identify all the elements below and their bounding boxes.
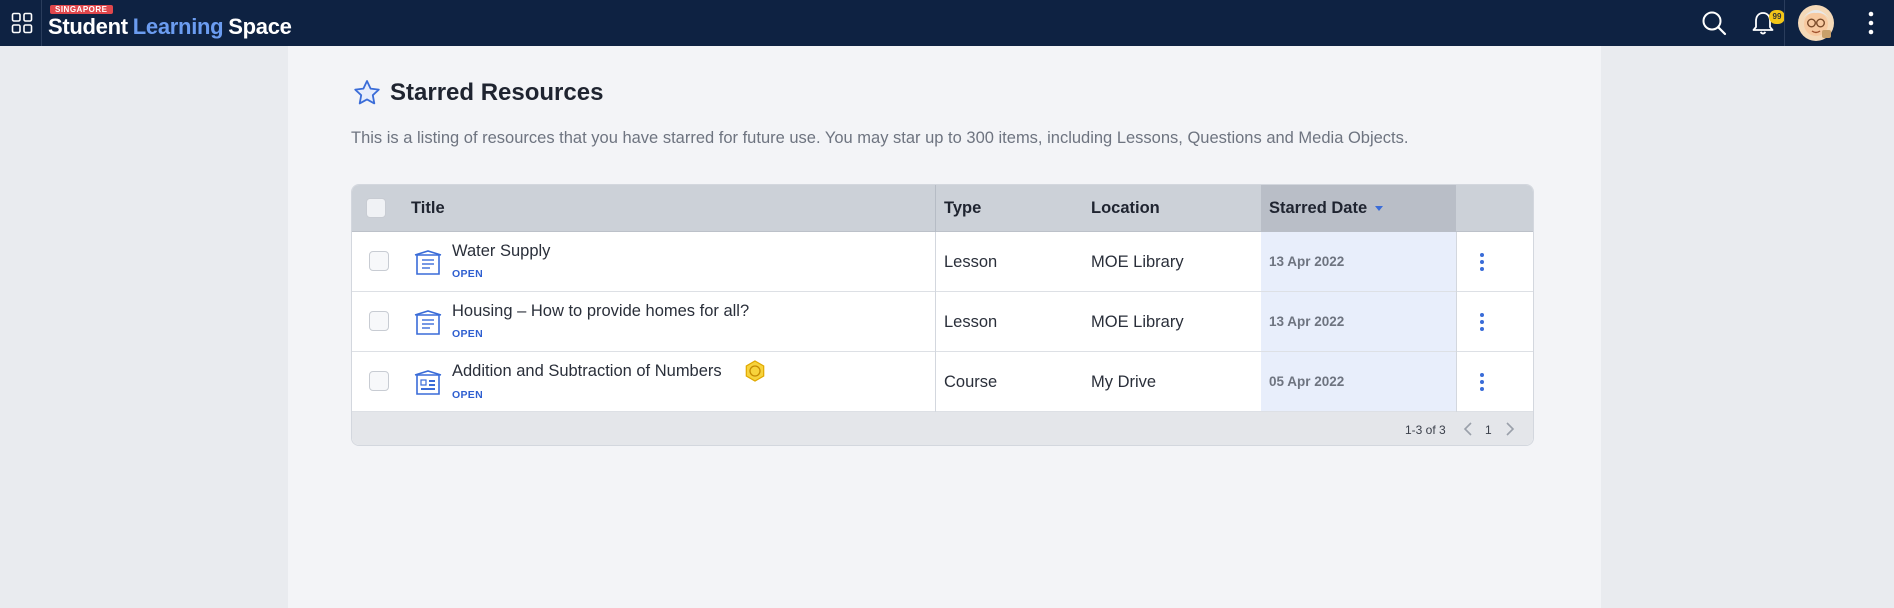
more-vertical-icon [1868, 11, 1874, 35]
current-page[interactable]: 1 [1485, 423, 1492, 437]
open-link[interactable]: OPEN [452, 268, 483, 280]
table-row: Housing – How to provide homes for all? … [352, 292, 1533, 352]
more-vertical-icon [1480, 313, 1484, 331]
avatar [1798, 5, 1834, 41]
search-button[interactable] [1700, 0, 1728, 46]
table-row: Water Supply OPEN Lesson MOE Library 13 … [352, 232, 1533, 292]
select-all-checkbox[interactable] [366, 198, 386, 218]
starred-date: 05 Apr 2022 [1269, 374, 1345, 389]
column-header-location[interactable]: Location [1091, 185, 1160, 232]
main-content: Starred Resources This is a listing of r… [288, 46, 1601, 608]
row-actions-button[interactable] [1468, 308, 1496, 336]
select-all-header [352, 185, 410, 232]
chevron-right-icon [1506, 422, 1515, 436]
page-description: This is a listing of resources that you … [351, 129, 1409, 147]
search-icon [1702, 11, 1727, 36]
resource-location: My Drive [1091, 373, 1157, 391]
row-checkbox[interactable] [369, 311, 389, 331]
open-link[interactable]: OPEN [452, 389, 483, 401]
gold-badge-icon [745, 360, 765, 382]
starred-resources-table: Title Type Location Starred Date Water S… [351, 184, 1534, 446]
resource-title[interactable]: Housing – How to provide homes for all? [452, 302, 749, 321]
sort-descending-icon [1375, 206, 1384, 212]
next-page-button[interactable] [1502, 421, 1518, 437]
table-row: Addition and Subtraction of Numbers OPEN… [352, 352, 1533, 412]
open-link[interactable]: OPEN [452, 328, 483, 340]
resource-location: MOE Library [1091, 253, 1184, 271]
grid-icon [11, 12, 32, 34]
resource-location: MOE Library [1091, 313, 1184, 331]
resource-type: Course [944, 373, 998, 391]
row-actions-button[interactable] [1468, 248, 1496, 276]
row-checkbox[interactable] [369, 251, 389, 271]
pagination-range: 1-3 of 3 [1405, 423, 1446, 437]
page-header: Starred Resources [352, 78, 603, 108]
logo-tag: SINGAPORE [50, 5, 113, 14]
notification-count-badge: 99 [1769, 10, 1785, 24]
lesson-icon [414, 250, 442, 275]
column-header-title[interactable]: Title [411, 185, 445, 232]
more-menu-button[interactable] [1864, 0, 1878, 46]
divider [1784, 0, 1785, 46]
resource-title[interactable]: Addition and Subtraction of Numbers [452, 362, 722, 381]
prev-page-button[interactable] [1460, 421, 1476, 437]
row-checkbox[interactable] [369, 371, 389, 391]
star-icon [354, 80, 380, 105]
resource-title[interactable]: Water Supply [452, 242, 550, 261]
starred-date: 13 Apr 2022 [1269, 254, 1345, 269]
logo-text: Student Learning Space [48, 14, 292, 39]
lesson-icon [414, 310, 442, 335]
starred-date: 13 Apr 2022 [1269, 314, 1345, 329]
table-footer: 1-3 of 3 1 [352, 412, 1533, 445]
resource-type: Lesson [944, 313, 998, 331]
resource-type: Lesson [944, 253, 998, 271]
column-header-starred-date[interactable]: Starred Date [1261, 185, 1456, 232]
column-divider [935, 232, 936, 412]
chevron-left-icon [1463, 422, 1472, 436]
column-header-type[interactable]: Type [944, 185, 981, 232]
more-vertical-icon [1480, 373, 1484, 391]
table-header: Title Type Location Starred Date [352, 185, 1533, 232]
top-navigation-bar: SINGAPORE Student Learning Space 99 [0, 0, 1894, 46]
course-icon [414, 370, 442, 395]
column-divider [935, 185, 936, 232]
more-vertical-icon [1480, 253, 1484, 271]
column-divider [1456, 232, 1457, 412]
app-launcher-button[interactable] [2, 0, 42, 46]
page-title: Starred Resources [390, 79, 604, 106]
row-actions-button[interactable] [1468, 368, 1496, 396]
notifications-button[interactable]: 99 [1749, 0, 1785, 46]
user-avatar-button[interactable] [1796, 0, 1836, 46]
